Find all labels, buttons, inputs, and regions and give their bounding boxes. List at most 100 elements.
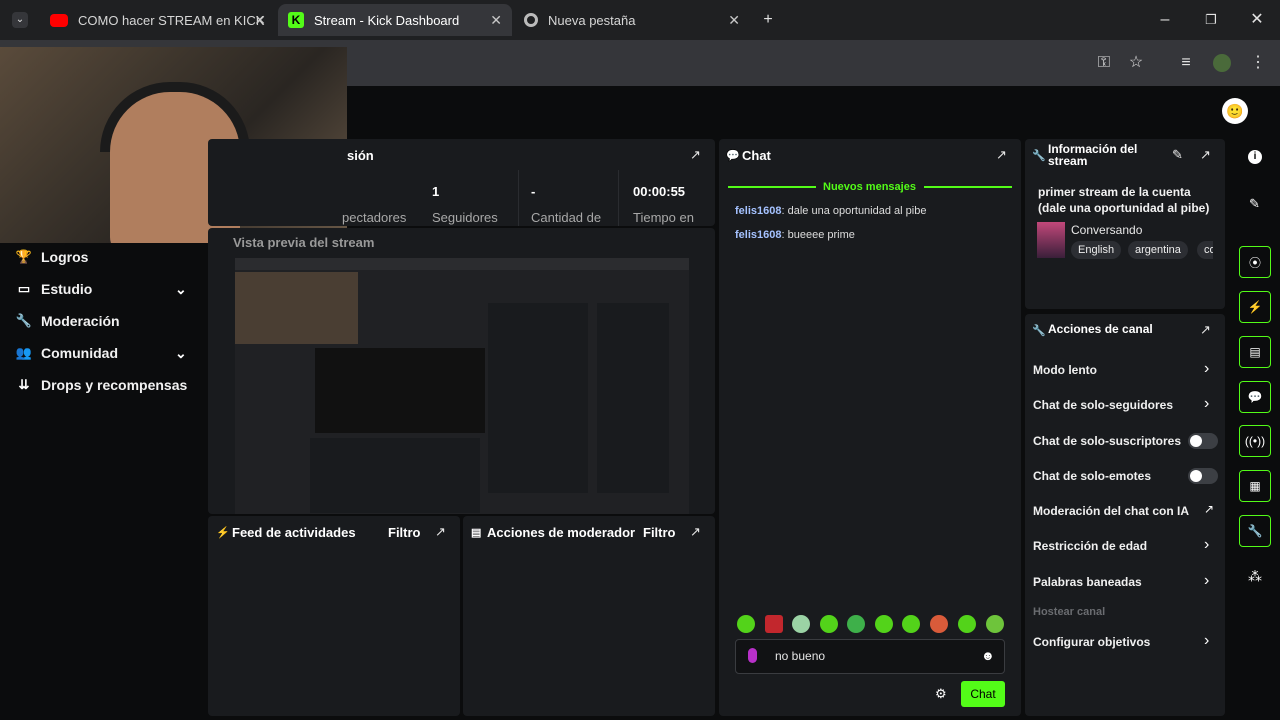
tab-title: Stream - Kick Dashboard — [314, 12, 460, 28]
info-icon[interactable]: i — [1248, 150, 1262, 164]
chevron-right-icon[interactable]: › — [1204, 572, 1209, 590]
chevron-right-icon[interactable]: › — [1204, 360, 1209, 378]
browser-tab-youtube[interactable]: COMO hacer STREAM en KICK ✕ — [40, 4, 276, 36]
close-tab-icon[interactable]: ✕ — [490, 12, 502, 29]
sidebar-item-estudio[interactable]: ▭ Estudio ⌄ — [15, 278, 205, 300]
session-title: sión — [347, 148, 374, 163]
popout-icon[interactable]: ↗ — [996, 147, 1007, 163]
stat-count-label: Cantidad de — [531, 210, 602, 225]
browser-tab-new[interactable]: Nueva pestaña ✕ — [514, 4, 750, 36]
popout-icon[interactable]: ↗ — [435, 524, 446, 540]
chat-username[interactable]: felis1608 — [735, 205, 781, 217]
subscribers-only-row: Chat de solo-suscriptores — [1033, 434, 1182, 448]
browser-tab-strip: ⌄ COMO hacer STREAM en KICK ✕ K Stream -… — [0, 0, 1280, 40]
ai-moderation-row[interactable]: Moderación del chat con IA — [1033, 504, 1189, 518]
slow-mode-row[interactable]: Modo lento — [1033, 363, 1097, 377]
emote-icon[interactable] — [847, 615, 865, 633]
new-tab-icon[interactable]: + — [760, 12, 776, 28]
subscribers-only-toggle[interactable] — [1188, 433, 1218, 449]
activity-feed-panel: ⚡ Feed de actividades Filtro ↗ — [208, 516, 460, 716]
stat-divider — [618, 170, 619, 226]
stream-preview-video[interactable] — [235, 258, 689, 514]
rail-bolt-button[interactable]: ⚡ — [1239, 291, 1271, 323]
emote-icon[interactable] — [986, 615, 1004, 633]
host-channel-row: Hostear canal — [1033, 606, 1106, 618]
user-avatar[interactable]: 🙂 — [1222, 98, 1248, 124]
restore-icon[interactable]: ❐ — [1203, 12, 1219, 28]
popout-icon[interactable]: ↗ — [1200, 147, 1211, 163]
profile-icon[interactable] — [1213, 54, 1231, 72]
age-restriction-row[interactable]: Restricción de edad — [1033, 539, 1147, 553]
preview-panel — [315, 348, 485, 433]
emote-icon[interactable] — [765, 615, 783, 633]
media-queue-icon[interactable]: ≡ — [1178, 55, 1194, 71]
chat-settings-icon[interactable]: ⚙ — [935, 686, 947, 702]
tab-search-icon[interactable]: ⌄ — [12, 12, 28, 28]
rail-layout-button[interactable]: ▦ — [1239, 470, 1271, 502]
chevron-down-icon: ⌄ — [175, 344, 187, 361]
popout-icon[interactable]: ↗ — [690, 147, 701, 163]
close-tab-icon[interactable]: ✕ — [728, 12, 740, 29]
category-thumbnail — [1037, 222, 1065, 258]
chat-username[interactable]: felis1608 — [735, 229, 781, 241]
new-messages-divider: Nuevos mensajes — [728, 181, 1012, 193]
stat-followers-label: Seguidores — [432, 210, 498, 225]
emote-icon[interactable] — [737, 615, 755, 633]
tag-chip[interactable]: argentina — [1128, 241, 1188, 259]
set-goals-row[interactable]: Configurar objetivos — [1033, 635, 1150, 649]
emote-icon[interactable] — [958, 615, 976, 633]
microphone-icon[interactable] — [748, 648, 757, 663]
activity-filter-button[interactable]: Filtro — [388, 525, 421, 540]
emotes-only-toggle[interactable] — [1188, 468, 1218, 484]
emote-icon[interactable] — [875, 615, 893, 633]
chat-input[interactable]: no bueno ☻ — [735, 639, 1005, 674]
new-messages-label: Nuevos mensajes — [823, 181, 916, 193]
bookmark-star-icon[interactable]: ☆ — [1128, 55, 1144, 71]
channel-actions-title: Acciones de canal — [1048, 322, 1153, 336]
tag-chip[interactable]: co — [1197, 241, 1213, 259]
tab-title: COMO hacer STREAM en KICK — [78, 12, 265, 28]
rail-wrench-button[interactable]: 🔧 — [1239, 515, 1271, 547]
close-tab-icon[interactable]: ✕ — [254, 12, 266, 29]
minimize-icon[interactable]: – — [1157, 12, 1173, 28]
sidebar-item-drops[interactable]: ⇊ Drops y recompensas — [15, 374, 188, 396]
followers-only-row[interactable]: Chat de solo-seguidores — [1033, 398, 1173, 412]
youtube-icon — [50, 13, 68, 27]
edit-pencil-icon[interactable]: ✎ — [1172, 147, 1183, 163]
close-window-icon[interactable]: ✕ — [1249, 12, 1265, 28]
sidebar-item-comunidad[interactable]: 👥 Comunidad ⌄ — [15, 342, 205, 364]
emote-icon[interactable] — [820, 615, 838, 633]
rail-camera-button[interactable]: ⦿ — [1239, 246, 1271, 278]
rail-chat-button[interactable]: 💬 — [1239, 381, 1271, 413]
external-link-icon[interactable]: ↗ — [1204, 502, 1214, 516]
sidebar-item-moderacion[interactable]: 🔧 Moderación — [15, 310, 120, 332]
browser-tab-kick[interactable]: K Stream - Kick Dashboard ✕ — [278, 4, 512, 36]
emotes-only-row: Chat de solo-emotes — [1033, 469, 1152, 483]
send-chat-button[interactable]: Chat — [961, 681, 1005, 707]
browser-menu-icon[interactable]: ⋮ — [1250, 55, 1266, 71]
mod-filter-button[interactable]: Filtro — [643, 525, 676, 540]
more-options-icon[interactable]: ⁂ — [1248, 568, 1262, 585]
chevron-right-icon[interactable]: › — [1204, 395, 1209, 413]
sidebar-item-label: Moderación — [41, 313, 120, 329]
tag-chip[interactable]: English — [1071, 241, 1122, 259]
pencil-icon[interactable]: ✎ — [1249, 196, 1260, 212]
banned-words-row[interactable]: Palabras baneadas — [1033, 575, 1142, 589]
chevron-right-icon[interactable]: › — [1204, 632, 1209, 650]
password-key-icon[interactable]: ⚿ — [1096, 55, 1112, 71]
emoji-picker-icon[interactable]: ☻ — [981, 648, 995, 663]
popout-icon[interactable]: ↗ — [690, 524, 701, 540]
chevron-right-icon[interactable]: › — [1204, 536, 1209, 554]
rail-document-button[interactable]: ▤ — [1239, 336, 1271, 368]
mod-actions-panel: ▤ Acciones de moderador Filtro ↗ — [463, 516, 715, 716]
preview-panel — [310, 438, 480, 513]
chat-text: dale una oportunidad al pibe — [787, 205, 927, 217]
popout-icon[interactable]: ↗ — [1200, 322, 1211, 338]
emote-icon[interactable] — [930, 615, 948, 633]
emote-icon[interactable] — [902, 615, 920, 633]
stat-divider — [518, 170, 519, 226]
emote-icon[interactable] — [792, 615, 810, 633]
rail-broadcast-button[interactable]: ((•)) — [1239, 425, 1271, 457]
sidebar-item-logros[interactable]: 🏆 Logros — [15, 246, 89, 268]
category-name[interactable]: Conversando — [1071, 223, 1142, 237]
